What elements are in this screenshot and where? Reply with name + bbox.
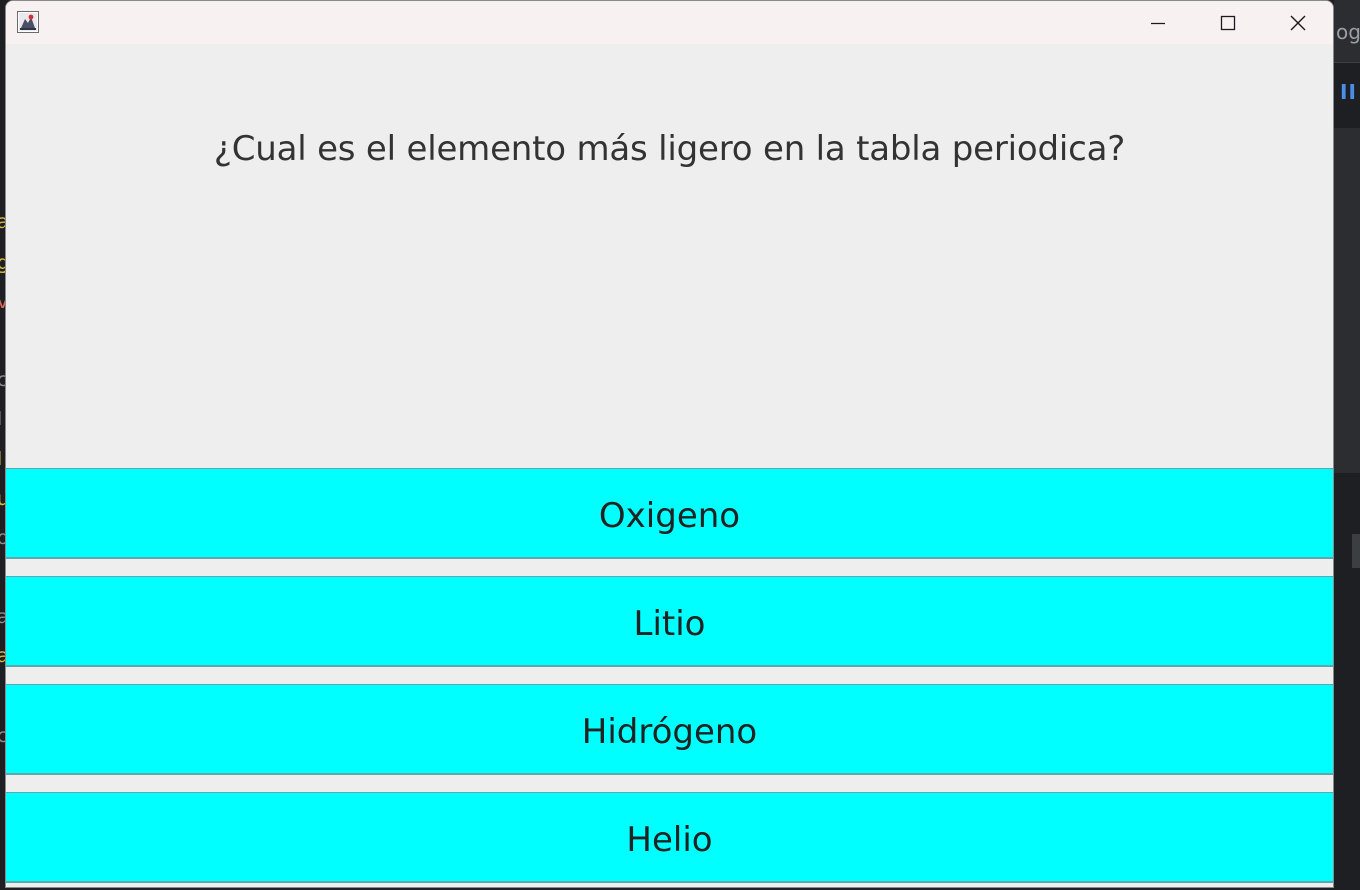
- answer-button-3[interactable]: Hidrógeno: [6, 684, 1333, 775]
- maximize-button[interactable]: [1193, 1, 1263, 44]
- answer-button-4[interactable]: Helio: [6, 792, 1333, 883]
- window-controls: [1123, 1, 1333, 44]
- pause-icon: II: [1340, 80, 1357, 104]
- question-label: ¿Cual es el elemento más ligero en la ta…: [213, 129, 1126, 169]
- close-button[interactable]: [1263, 1, 1333, 44]
- minimize-button[interactable]: [1123, 1, 1193, 44]
- bg-strip: [1352, 534, 1360, 568]
- bg-panel: [1334, 128, 1360, 473]
- answer-button-2[interactable]: Litio: [6, 576, 1333, 667]
- bg-code-fragment: l: [0, 449, 2, 469]
- close-icon: [1290, 15, 1306, 30]
- bg-code-fragment: l: [0, 409, 2, 429]
- answer-button-1[interactable]: Oxigeno: [6, 468, 1333, 559]
- quiz-content: ¿Cual es el elemento más ligero en la ta…: [6, 44, 1333, 887]
- background-ide-right-edge: ogc II: [1334, 0, 1360, 890]
- quiz-window: ¿Cual es el elemento más ligero en la ta…: [5, 0, 1334, 888]
- maximize-icon: [1220, 15, 1236, 30]
- java-app-icon[interactable]: [17, 11, 39, 33]
- bg-tab-text: ogc: [1336, 20, 1360, 44]
- minimize-icon: [1151, 22, 1165, 24]
- title-bar[interactable]: [6, 1, 1333, 44]
